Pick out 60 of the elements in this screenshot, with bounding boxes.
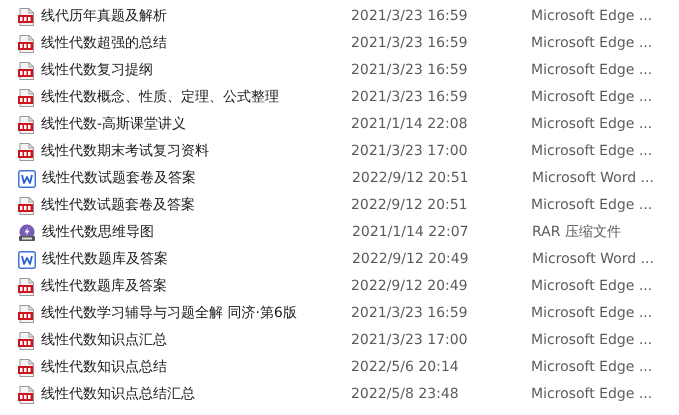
file-type: Microsoft Edge ... <box>531 304 654 323</box>
pdf-file-icon <box>18 304 35 322</box>
file-name[interactable]: 线性代数试题套卷及答案 <box>42 168 332 189</box>
file-type: Microsoft Edge ... <box>531 196 654 215</box>
file-name[interactable]: 线性代数期末考试复习资料 <box>41 141 331 162</box>
date-modified: 2021/3/23 17:00 <box>351 331 469 350</box>
date-modified: 2022/5/8 23:48 <box>351 385 460 404</box>
file-type: Microsoft Edge ... <box>531 385 654 404</box>
file-type: Microsoft Edge ... <box>531 115 654 134</box>
date-modified: 2022/9/12 20:51 <box>351 196 469 215</box>
date-modified: 2021/3/23 16:59 <box>351 61 469 80</box>
file-type: RAR 压缩文件 <box>532 223 622 242</box>
file-type: Microsoft Edge ... <box>531 142 654 161</box>
date-modified: 2022/5/6 20:14 <box>351 358 460 377</box>
date-modified: 2021/1/14 22:07 <box>352 223 470 242</box>
pdf-file-icon <box>18 62 35 80</box>
file-type: Microsoft Edge ... <box>531 61 654 80</box>
pdf-file-icon <box>18 278 35 296</box>
file-name[interactable]: 线性代数-高斯课堂讲义 <box>41 114 331 135</box>
pdf-file-icon <box>18 386 35 404</box>
file-name[interactable]: 线性代数思维导图 <box>42 222 332 243</box>
word-document-icon <box>18 250 36 268</box>
file-name[interactable]: 线性代数超强的总结 <box>41 33 331 54</box>
file-name[interactable]: 线性代数学习辅导与习题全解 同济·第6版 <box>41 303 331 324</box>
pdf-file-icon <box>18 358 35 376</box>
pdf-file-icon <box>18 34 35 52</box>
archive-file-icon <box>18 224 36 242</box>
date-modified: 2021/1/14 22:08 <box>351 115 469 134</box>
file-type: Microsoft Edge ... <box>531 34 654 53</box>
file-name[interactable]: 线性代数题库及答案 <box>41 276 331 297</box>
file-name[interactable]: 线性代数复习提纲 <box>41 60 331 81</box>
file-name[interactable]: 线性代数试题套卷及答案 <box>41 195 331 216</box>
pdf-file-icon <box>18 142 35 160</box>
date-modified: 2021/3/23 16:59 <box>351 88 469 107</box>
file-type: Microsoft Edge ... <box>531 331 654 350</box>
date-modified: 2021/3/23 16:59 <box>351 304 469 323</box>
date-modified: 2022/9/12 20:49 <box>351 277 469 296</box>
pdf-file-icon <box>18 196 35 214</box>
file-name[interactable]: 线性代数知识点总结汇总 <box>41 384 331 405</box>
date-modified: 2021/3/23 17:00 <box>351 142 469 161</box>
word-document-icon <box>18 170 36 188</box>
pdf-file-icon <box>18 332 35 350</box>
file-type: Microsoft Edge ... <box>531 358 654 377</box>
file-name[interactable]: 线性代数知识点汇总 <box>41 330 331 351</box>
file-type: Microsoft Edge ... <box>531 277 654 296</box>
file-name[interactable]: 线代历年真题及解析 <box>41 6 331 27</box>
date-modified: 2021/3/23 16:59 <box>351 7 469 26</box>
pdf-file-icon <box>18 8 35 26</box>
pdf-file-icon <box>18 116 35 134</box>
file-type: Microsoft Word ... <box>532 169 655 188</box>
date-modified: 2022/9/12 20:51 <box>352 169 470 188</box>
file-name[interactable]: 线性代数题库及答案 <box>42 249 332 270</box>
file-type: Microsoft Edge ... <box>531 7 654 26</box>
file-type: Microsoft Word ... <box>532 250 655 269</box>
date-modified: 2021/3/23 16:59 <box>351 34 469 53</box>
file-name[interactable]: 线性代数概念、性质、定理、公式整理 <box>41 87 331 108</box>
pdf-file-icon <box>18 88 35 106</box>
file-type: Microsoft Edge ... <box>531 88 654 107</box>
file-name[interactable]: 线性代数知识点总结 <box>41 357 331 378</box>
date-modified: 2022/9/12 20:49 <box>352 250 470 269</box>
